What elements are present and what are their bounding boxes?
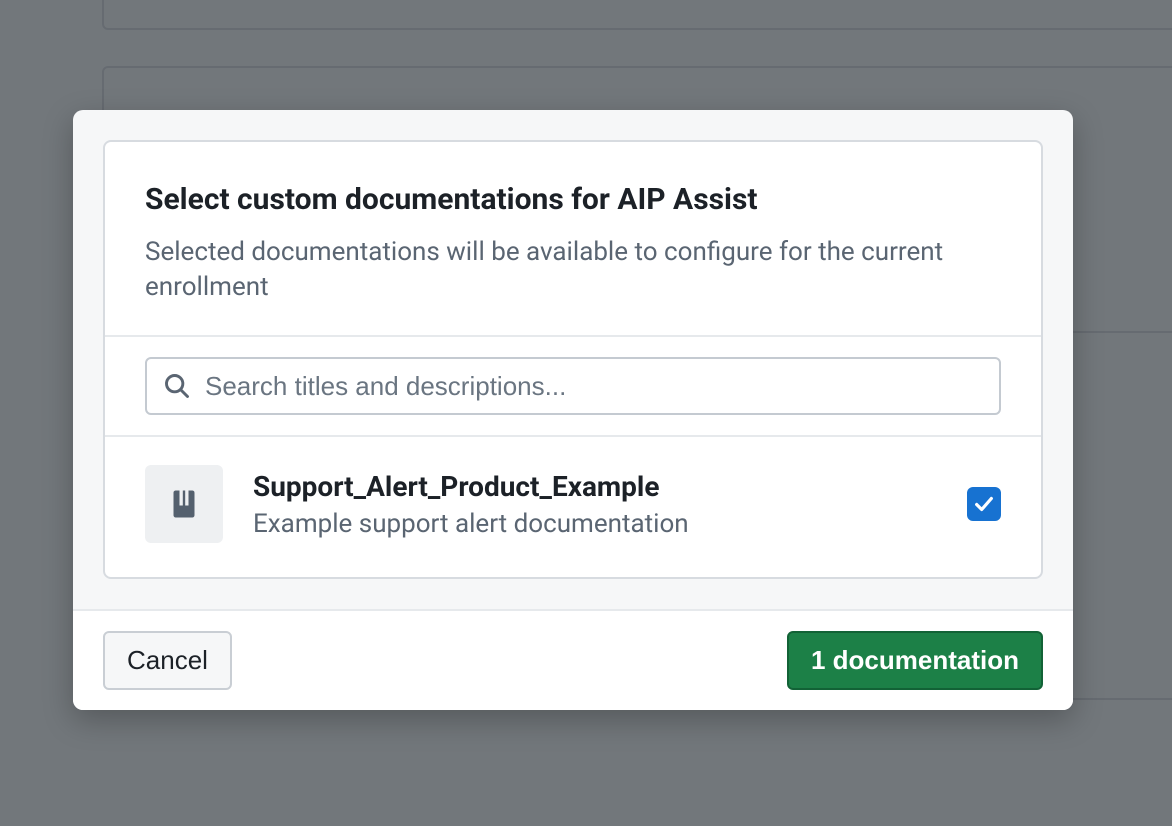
documentation-item[interactable]: Support_Alert_Product_Example Example su… <box>105 437 1041 577</box>
document-icon <box>145 465 223 543</box>
dialog-subtitle: Selected documentations will be availabl… <box>145 235 1001 305</box>
documentation-item-texts: Support_Alert_Product_Example Example su… <box>253 470 937 539</box>
search-input[interactable] <box>205 371 983 402</box>
dialog-content: Select custom documentations for AIP Ass… <box>103 140 1043 579</box>
search-icon <box>163 372 191 400</box>
cancel-button[interactable]: Cancel <box>103 631 232 690</box>
search-box[interactable] <box>145 357 1001 415</box>
dialog-footer: Cancel 1 documentation <box>73 609 1073 710</box>
select-documentations-dialog: Select custom documentations for AIP Ass… <box>73 110 1073 710</box>
documentation-item-checkbox[interactable] <box>967 487 1001 521</box>
dialog-header: Select custom documentations for AIP Ass… <box>105 142 1041 337</box>
documentation-item-description: Example support alert documentation <box>253 509 937 539</box>
check-icon <box>973 493 995 515</box>
submit-button[interactable]: 1 documentation <box>787 631 1043 690</box>
dialog-title: Select custom documentations for AIP Ass… <box>145 182 1001 217</box>
search-section <box>105 337 1041 437</box>
documentation-item-title: Support_Alert_Product_Example <box>253 470 937 503</box>
